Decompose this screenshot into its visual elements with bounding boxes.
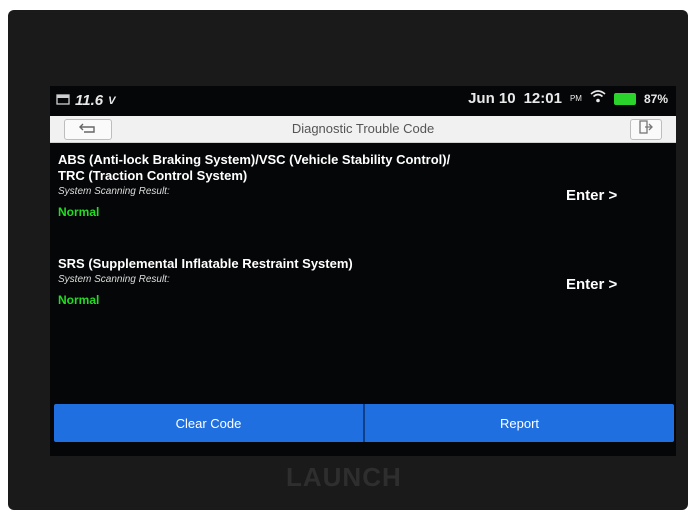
enter-button-srs[interactable]: Enter > xyxy=(566,276,617,293)
clear-code-button[interactable]: Clear Code xyxy=(54,404,363,442)
battery-icon xyxy=(613,92,636,105)
status-time: 12:01 xyxy=(523,90,562,107)
page-title: Diagnostic Trouble Code xyxy=(291,121,435,136)
system-name: SRS (Supplemental Inflatable Restraint S… xyxy=(58,256,353,271)
calendar-icon xyxy=(56,92,70,109)
system-name: ABS (Anti-lock Braking System)/VSC (Vehi… xyxy=(58,152,451,167)
scan-result-value: Normal xyxy=(58,293,100,307)
report-button[interactable]: Report xyxy=(365,404,674,442)
enter-button-abs[interactable]: Enter > xyxy=(566,187,617,204)
voltage-value: 11.6 xyxy=(75,92,104,109)
system-item-abs[interactable]: ABS (Anti-lock Braking System)/VSC (Vehi… xyxy=(58,152,668,219)
system-name-line2: TRC (Traction Control System) xyxy=(58,168,248,183)
exit-button[interactable] xyxy=(630,119,662,140)
wifi-icon xyxy=(590,90,606,107)
status-right: Jun 10 12:01 PM 87% xyxy=(468,90,668,107)
voltage-unit: V xyxy=(108,94,116,107)
brand-logo: LAUNCH xyxy=(286,462,402,492)
scan-result-value: Normal xyxy=(58,205,100,219)
exit-icon xyxy=(639,120,653,139)
device-screen: 11.6 V Jun 10 12:01 PM 87% Diagnostic Tr… xyxy=(50,86,676,456)
status-date: Jun 10 xyxy=(468,90,516,107)
title-bar: Diagnostic Trouble Code xyxy=(50,116,676,143)
bottom-action-bar: Clear Code Report xyxy=(54,404,674,442)
status-ampm: PM xyxy=(569,94,582,103)
status-bar: 11.6 V Jun 10 12:01 PM 87% xyxy=(50,86,676,116)
status-left: 11.6 V xyxy=(56,92,115,109)
battery-percent: 87% xyxy=(643,91,668,106)
